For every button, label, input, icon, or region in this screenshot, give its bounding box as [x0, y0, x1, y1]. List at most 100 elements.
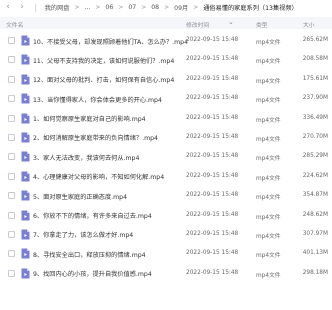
file-name[interactable]: 6、你放不下的情绪，有许多来自过去.mp4 [33, 211, 152, 220]
checkbox-icon[interactable] [8, 56, 15, 64]
column-type[interactable]: 类型 [256, 20, 268, 29]
file-size: 298.18M [302, 269, 328, 276]
file-row[interactable]: 3、家人无法改变，我该何去何从.mp4 2022-09-15 15:48 mp4文件… [0, 147, 332, 166]
video-file-icon [21, 171, 30, 182]
file-size: 401.13M [302, 250, 328, 257]
file-name[interactable]: 1、如何觉察原生家庭对自己的影响.mp4 [33, 114, 146, 123]
file-modified-time: 2022-09-15 15:48 [186, 56, 239, 63]
breadcrumb-item[interactable]: 08 [151, 4, 159, 11]
file-row[interactable]: 11、父母不支持我的决定，该如何说服他们？.mp4 2022-09-15 15:4… [0, 50, 332, 69]
back-button[interactable]: ‹ [2, 1, 14, 13]
file-modified-time: 2022-09-15 15:48 [186, 192, 239, 199]
checkbox-icon[interactable] [8, 75, 15, 83]
column-name[interactable]: 文件名 [6, 20, 23, 29]
file-size: 248.62M [302, 211, 328, 218]
file-row[interactable]: 5、面对原生家庭的正确态度.mp4 2022-09-15 15:48 mp4文件 35… [0, 186, 332, 205]
file-size: 307.97M [302, 230, 328, 237]
video-file-icon [21, 151, 30, 162]
file-name[interactable]: 11、父母不支持我的决定，该如何说服他们？.mp4 [33, 56, 174, 65]
video-file-icon [21, 190, 30, 201]
file-row[interactable]: 7、你拿走了力，该怎么做才好.mp4 2022-09-15 15:48 mp4文件 3… [0, 225, 332, 244]
file-row[interactable]: 6、你放不下的情绪，有许多来自过去.mp4 2022-09-15 15:48 mp4… [0, 206, 332, 225]
checkbox-icon[interactable] [8, 211, 15, 219]
breadcrumb-item[interactable]: 06 [105, 4, 113, 11]
file-row[interactable]: 1、如何觉察原生家庭对自己的影响.mp4 2022-09-15 15:48 mp4文… [0, 109, 332, 128]
chevron-down-icon[interactable]: ⌄ [228, 18, 234, 26]
toolbar-divider: | [34, 2, 37, 12]
checkbox-icon[interactable] [8, 95, 15, 103]
video-file-icon [21, 248, 30, 259]
file-modified-time: 2022-09-15 15:48 [186, 153, 239, 160]
file-size: 208.58M [302, 56, 328, 63]
file-type: mp4文件 [256, 98, 281, 105]
file-size: 237.90M [302, 95, 328, 102]
file-name[interactable]: 10、不接受父母，却发现照顾着他们TA、怎么办？.mp4 [33, 37, 188, 46]
file-type: mp4文件 [256, 136, 281, 143]
video-file-icon [21, 268, 30, 279]
file-name[interactable]: 2、如何消解原生家庭带来的负向情绪？.mp4 [33, 133, 158, 142]
file-row[interactable]: 12、面对父母的批判、打击，如何保有自信心.mp4 2022-09-15 15:4… [0, 70, 332, 89]
breadcrumb-item-ellipsis[interactable]: ... [84, 4, 90, 11]
breadcrumb-separator: > [141, 3, 147, 11]
checkbox-icon[interactable] [8, 269, 15, 277]
checkbox-icon[interactable] [8, 192, 15, 200]
file-list: 10、不接受父母，却发现照顾着他们TA、怎么办？.mp4 2022-09-15 1… [0, 31, 332, 283]
file-name[interactable]: 8、寻找安全出口，释放压抑的情绪.mp4 [33, 250, 146, 259]
video-file-icon [21, 132, 30, 143]
video-file-icon [21, 35, 30, 46]
file-type: mp4文件 [256, 214, 281, 221]
file-size: 265.62M [302, 37, 328, 43]
forward-button[interactable]: › [16, 1, 28, 13]
file-row[interactable]: 8、寻找安全出口，释放压抑的情绪.mp4 2022-09-15 15:48 mp4文… [0, 244, 332, 263]
file-modified-time: 2022-09-15 15:48 [186, 250, 239, 257]
checkbox-icon[interactable] [8, 172, 15, 180]
file-name[interactable]: 5、面对原生家庭的正确态度.mp4 [33, 192, 127, 201]
checkbox-icon[interactable] [8, 250, 15, 258]
file-type: mp4文件 [256, 156, 281, 163]
file-type: mp4文件 [256, 195, 281, 202]
file-size: 224.62M [302, 172, 328, 179]
file-modified-time: 2022-09-15 15:48 [186, 230, 239, 237]
file-type: mp4文件 [256, 59, 281, 66]
file-row[interactable]: 4、心理健康对父母的影响，不知如何化解.mp4 2022-09-15 15:48 m… [0, 167, 332, 186]
video-file-icon [21, 54, 30, 65]
breadcrumb-separator: > [164, 3, 170, 11]
file-modified-time: 2022-09-15 15:48 [186, 95, 239, 102]
file-size: 285.29M [302, 153, 328, 160]
checkbox-icon[interactable] [8, 114, 15, 122]
file-size: 175.61M [302, 75, 328, 82]
breadcrumb-item-current: 通俗易懂的家庭系列（13集视频） [203, 4, 298, 12]
column-header: 文件名 修改时间 ⌄ 类型 大小 [0, 17, 332, 29]
breadcrumb-separator: > [95, 3, 101, 11]
breadcrumb-separator: > [74, 3, 80, 11]
video-file-icon [21, 229, 30, 240]
file-modified-time: 2022-09-15 15:48 [186, 172, 239, 179]
file-type: mp4文件 [256, 272, 281, 279]
file-size: 270.70M [302, 133, 328, 140]
breadcrumb-item-root[interactable]: 我的网盘 [45, 3, 70, 12]
file-type: mp4文件 [256, 233, 281, 240]
checkbox-icon[interactable] [8, 133, 15, 141]
file-row[interactable]: 2、如何消解原生家庭带来的负向情绪？.mp4 2022-09-15 15:48 mp… [0, 128, 332, 147]
breadcrumb-item[interactable]: 07 [128, 4, 136, 11]
file-name[interactable]: 9、找回内心的小孩，提升自我价值感.mp4 [33, 269, 152, 278]
video-file-icon [21, 210, 30, 221]
file-name[interactable]: 3、家人无法改变，我该何去何从.mp4 [33, 153, 139, 162]
column-modified-time[interactable]: 修改时间 [186, 20, 209, 29]
checkbox-icon[interactable] [8, 37, 15, 44]
breadcrumb-item[interactable]: 09月 [174, 3, 188, 12]
file-name[interactable]: 12、面对父母的批判、打击，如何保有自信心.mp4 [33, 75, 174, 84]
file-row[interactable]: 10、不接受父母，却发现照顾着他们TA、怎么办？.mp4 2022-09-15 1… [0, 31, 332, 50]
checkbox-icon[interactable] [8, 230, 15, 238]
breadcrumb: 我的网盘 > ... > 06 > 07 > 08 > 09月 > 通俗易懂的家… [45, 3, 298, 12]
file-name[interactable]: 7、你拿走了力，该怎么做才好.mp4 [33, 230, 133, 239]
checkbox-icon[interactable] [8, 153, 15, 161]
file-type: mp4文件 [256, 78, 281, 85]
file-name[interactable]: 4、心理健康对父母的影响，不知如何化解.mp4 [33, 172, 164, 181]
file-name[interactable]: 13、当你懂得家人，你会体会更多的开心.mp4 [33, 95, 162, 104]
file-row[interactable]: 9、找回内心的小孩，提升自我价值感.mp4 2022-09-15 15:48 mp4… [0, 264, 332, 283]
file-modified-time: 2022-09-15 15:48 [186, 269, 239, 276]
file-modified-time: 2022-09-15 15:48 [186, 114, 239, 121]
file-row[interactable]: 13、当你懂得家人，你会体会更多的开心.mp4 2022-09-15 15:48 m… [0, 89, 332, 108]
column-size[interactable]: 大小 [303, 20, 315, 29]
